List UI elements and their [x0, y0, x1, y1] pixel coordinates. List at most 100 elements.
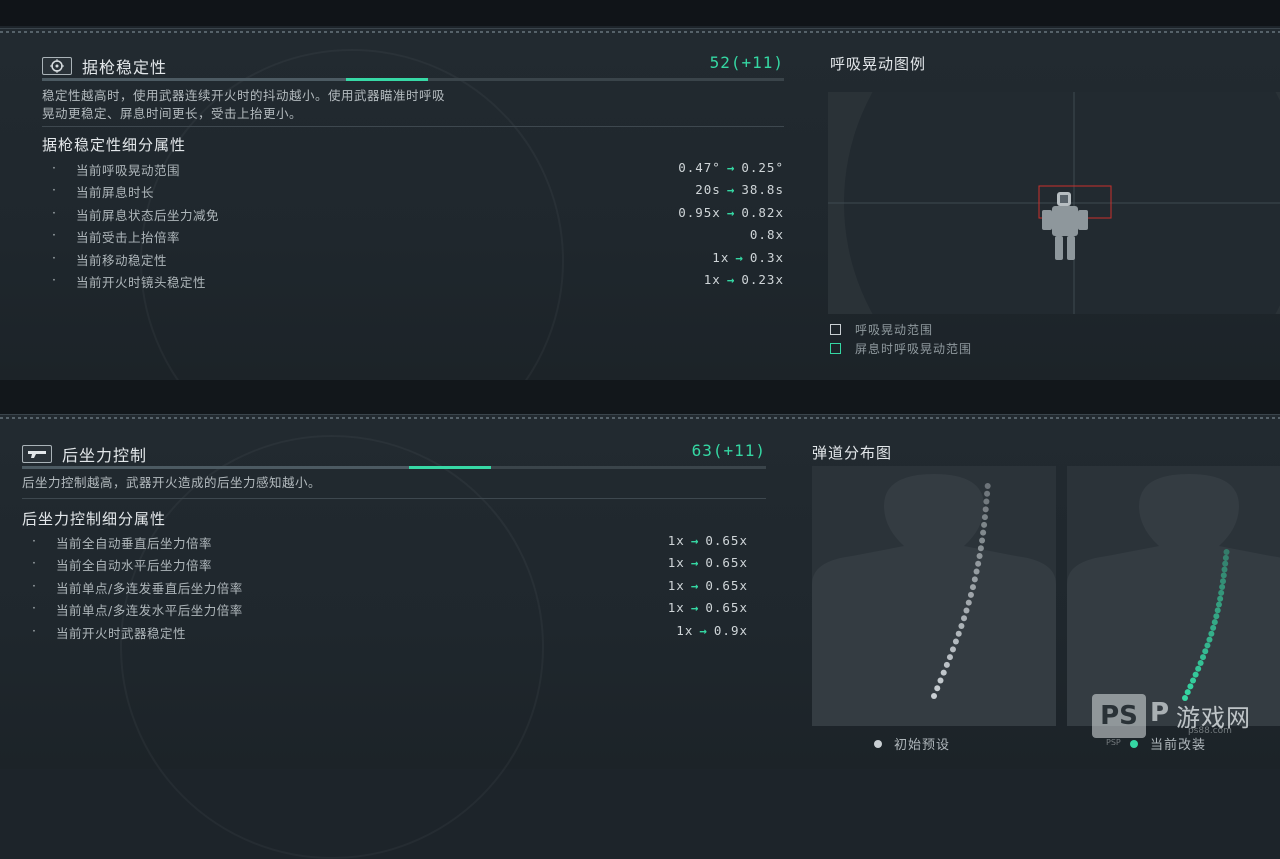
attribute-row: · 当前移动稳定性 1x → 0.3x	[52, 247, 784, 269]
value-before: 1x	[667, 555, 685, 571]
bullet-hole-dot	[1192, 671, 1199, 678]
stability-title: 据枪稳定性	[82, 58, 168, 77]
value-before: 1x	[667, 533, 685, 548]
attribute-row: · 当前全自动垂直后坐力倍率 1x → 0.65x	[32, 530, 748, 552]
bullet-hole-dot	[1220, 572, 1227, 579]
ballistic-chart-initial	[812, 466, 1056, 726]
bullet-hole-dot	[1202, 648, 1209, 655]
bullet-hole-dot	[958, 623, 965, 629]
sway-legend-title: 呼吸晃动图例	[830, 55, 927, 73]
arrow-right-icon: →	[690, 533, 700, 548]
bullet-hole-dot	[1223, 549, 1230, 555]
bullet-hole-dot	[1214, 607, 1221, 614]
bullet-hole-dot	[976, 553, 983, 559]
recoil-bonus-fill	[408, 466, 491, 469]
stability-description-line: 晃动更稳定、屏息时间更长，受击上抬更小。	[42, 106, 303, 121]
bullet-hole-dot	[984, 490, 991, 497]
value-after: 0.9x	[713, 622, 748, 638]
bullet-hole-dot	[979, 537, 986, 544]
legend-dot-icon	[874, 739, 882, 748]
bullet-hole-dot	[1218, 589, 1225, 596]
bullet-hole-dot	[946, 654, 953, 661]
attribute-row: · 当前呼吸晃动范围 0.47° → 0.25°	[52, 157, 784, 179]
bullet-hole-dot	[973, 568, 980, 575]
bullet-hole-dot	[1208, 630, 1215, 637]
bullet: ·	[52, 249, 57, 265]
bullet-hole-dot	[952, 638, 959, 645]
watermark-p: P	[1150, 698, 1170, 728]
watermark-logo: PS	[1092, 694, 1146, 738]
arrow-right-icon: →	[690, 555, 700, 571]
bullet-hole-dot	[1210, 624, 1217, 631]
attribute-values: 1x → 0.3x	[712, 250, 784, 265]
attribute-values: 1x → 0.23x	[704, 272, 784, 287]
value-after: 0.23x	[741, 271, 784, 287]
value-before: 20s	[695, 182, 721, 198]
bullet-hole-dot	[981, 521, 988, 528]
attribute-name: 当前呼吸晃动范围	[76, 163, 181, 178]
ballistic-current-svg	[1067, 474, 1280, 726]
attribute-name: 当前全自动垂直后坐力倍率	[56, 536, 213, 551]
bullet-hole-dot	[1217, 595, 1224, 602]
attribute-values: 20s → 38.8s	[695, 182, 784, 197]
bullet-hole-dot	[1222, 560, 1229, 567]
bullet-hole-dot	[940, 669, 947, 676]
arrow-right-icon: →	[735, 249, 744, 265]
value-before: 1x	[712, 249, 730, 265]
attribute-name: 当前屏息时长	[76, 185, 155, 201]
attribute-name: 当前开火时镜头稳定性	[76, 274, 207, 290]
divider	[42, 126, 784, 127]
attribute-name: 当前屏息状态后坐力减免	[76, 207, 220, 223]
bullet-hole-dot	[937, 677, 944, 684]
legend-square-icon	[830, 343, 841, 354]
bullet: ·	[52, 227, 57, 243]
recoil-title: 后坐力控制	[62, 446, 148, 465]
arrow-right-icon: →	[726, 271, 736, 287]
attribute-name: 当前单点/多连发水平后坐力倍率	[56, 603, 243, 619]
watermark-mini: PSP	[1106, 738, 1121, 747]
stability-description-line: 稳定性越高时，使用武器连续开火时的抖动越小。使用武器瞄准时呼吸	[42, 88, 446, 103]
bullet-hole-dot	[969, 584, 976, 591]
arrow-right-icon: →	[726, 204, 736, 220]
attribute-row: · 当前全自动水平后坐力倍率 1x → 0.65x	[32, 552, 748, 574]
bullet: ·	[52, 160, 57, 175]
bullet-hole-dot	[1206, 636, 1213, 643]
gun-icon	[22, 445, 52, 463]
bullet-hole-dot	[949, 646, 956, 653]
bullet: ·	[32, 533, 37, 548]
legend-label: 屏息时呼吸晃动范围	[855, 342, 973, 356]
value-before: 1x	[703, 271, 721, 287]
recoil-header: 后坐力控制	[22, 442, 147, 466]
sway-diagram-svg	[828, 92, 1280, 314]
attribute-values: 1x → 0.65x	[668, 533, 748, 548]
bullet-hole-dot	[934, 685, 941, 692]
bullet-hole-dot	[982, 506, 989, 513]
crosshair-icon	[42, 57, 72, 75]
bullet-hole-dot	[963, 607, 970, 614]
bullet-hole-dot	[1222, 554, 1229, 561]
attribute-row: · 当前开火时武器稳定性 1x → 0.9x	[32, 620, 748, 642]
bullet-hole-dot	[955, 630, 962, 637]
bullet: ·	[32, 622, 37, 638]
ballistic-title: 弹道分布图	[812, 444, 893, 462]
legend-square-icon	[830, 324, 841, 335]
attribute-values: 0.8x	[750, 227, 784, 242]
bullet-hole-dot	[1197, 659, 1204, 666]
recoil-score: 63(+11)	[691, 441, 766, 460]
attribute-row: · 当前受击上抬倍率 0.8x	[52, 224, 784, 246]
recoil-description: 后坐力控制越高，武器开火造成的后坐力感知越小。	[22, 475, 322, 490]
arrow-right-icon: →	[699, 622, 708, 638]
bullet-hole-dot	[943, 661, 950, 668]
arrow-right-icon: →	[726, 160, 736, 175]
recoil-base-fill	[22, 466, 409, 469]
bullet: ·	[52, 271, 57, 287]
bullet-hole-dot	[1187, 683, 1194, 690]
value-after: 0.25°	[741, 160, 784, 175]
bullet: ·	[32, 600, 37, 616]
watermark: PS P 游戏网 ps88.com PSP	[1092, 694, 1272, 754]
arrow-right-icon: →	[726, 182, 736, 198]
ballistic-chart-current	[1067, 466, 1280, 726]
bullet: ·	[32, 577, 37, 593]
value-after: 0.65x	[705, 555, 748, 571]
value-after: 0.82x	[741, 204, 784, 220]
